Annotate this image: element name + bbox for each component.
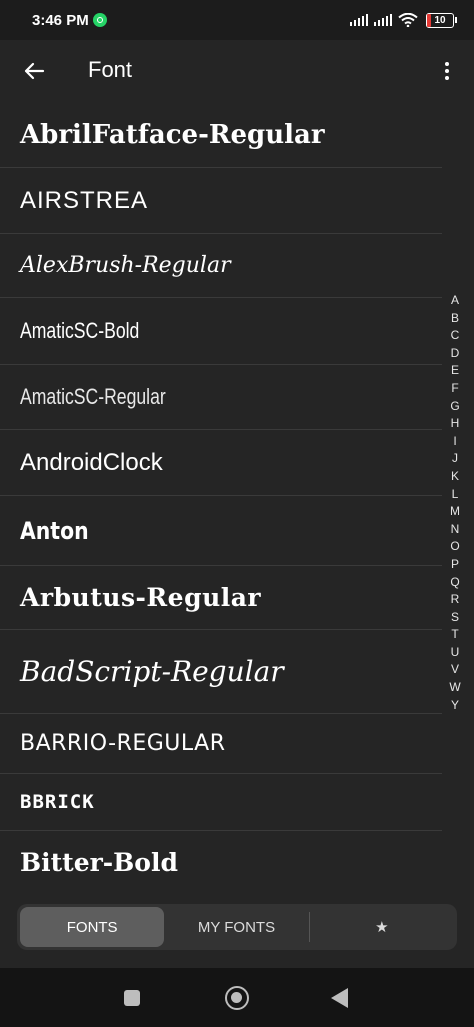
whatsapp-icon [92, 13, 107, 27]
font-item[interactable]: BadScript-Regular [0, 630, 442, 714]
font-name: AlexBrush-Regular [20, 253, 231, 278]
battery-icon: 10 [426, 12, 457, 28]
alphabet-letter[interactable]: W [449, 679, 460, 697]
font-item[interactable]: AndroidClock [0, 430, 442, 496]
font-name: AmaticSC-Regular [20, 384, 166, 409]
font-name: AIRSTREA [20, 186, 149, 214]
font-item[interactable]: AIRSTREA [0, 168, 442, 234]
star-icon: ★ [375, 919, 389, 936]
more-options-button[interactable] [435, 57, 459, 85]
alphabet-letter[interactable]: J [452, 450, 458, 468]
alphabet-letter[interactable]: K [451, 468, 459, 486]
alphabet-index: A B C D E F G H I J K L M N O P Q R S T … [445, 292, 465, 714]
alphabet-letter[interactable]: N [451, 521, 460, 539]
alphabet-letter[interactable]: S [451, 609, 459, 627]
back-button[interactable] [20, 57, 48, 85]
alphabet-letter[interactable]: Q [450, 574, 459, 592]
font-item[interactable]: BARRIO-REGULAR [0, 714, 442, 774]
alphabet-letter[interactable]: U [451, 644, 460, 662]
alphabet-letter[interactable]: E [451, 362, 459, 380]
arrow-left-icon [24, 62, 45, 80]
alphabet-letter[interactable]: L [452, 486, 459, 504]
font-item[interactable]: Bitter-Bold [0, 831, 442, 893]
alphabet-letter[interactable]: B [451, 310, 459, 328]
status-time: 3:46 PM [32, 11, 89, 29]
alphabet-letter[interactable]: F [451, 380, 458, 398]
alphabet-letter[interactable]: G [450, 398, 459, 416]
alphabet-letter[interactable]: I [453, 433, 456, 451]
alphabet-letter[interactable]: M [450, 503, 460, 521]
home-circle-icon[interactable] [225, 986, 249, 1010]
alphabet-letter[interactable]: T [451, 626, 458, 644]
alphabet-letter[interactable]: O [450, 538, 459, 556]
more-vertical-icon [445, 62, 449, 66]
font-name: Bitter-Bold [20, 847, 178, 877]
alphabet-letter[interactable]: A [451, 292, 459, 310]
app-bar: Font [0, 40, 474, 102]
font-item[interactable]: AmaticSC-Bold [0, 298, 442, 365]
page-title: Font [88, 57, 133, 82]
battery-level: 10 [434, 14, 446, 26]
font-name: BARRIO-REGULAR [20, 731, 226, 756]
signal-icon [374, 14, 392, 26]
font-item[interactable]: BBRICK [0, 774, 442, 831]
alphabet-letter[interactable]: C [451, 327, 460, 345]
alphabet-letter[interactable]: V [451, 661, 459, 679]
recents-square-icon[interactable] [124, 990, 140, 1006]
font-item[interactable]: Arbutus-Regular [0, 566, 442, 630]
font-name: AmaticSC-Bold [20, 318, 140, 343]
font-name: BBRICK [20, 791, 95, 813]
font-name: BadScript-Regular [20, 655, 284, 688]
alphabet-letter[interactable]: Y [451, 697, 459, 715]
signal-icon [350, 14, 368, 26]
alphabet-letter[interactable]: P [451, 556, 459, 574]
alphabet-letter[interactable]: D [451, 345, 460, 363]
font-item[interactable]: AlexBrush-Regular [0, 234, 442, 298]
status-bar: 3:46 PM 10 [0, 0, 474, 40]
font-item[interactable]: AbrilFatface-Regular [0, 102, 442, 168]
back-triangle-icon[interactable] [331, 988, 348, 1008]
font-list: AbrilFatface-Regular AIRSTREA AlexBrush-… [0, 102, 442, 893]
alphabet-letter[interactable]: R [451, 591, 460, 609]
alphabet-letter[interactable]: H [451, 415, 460, 433]
font-item[interactable]: Anton [0, 496, 442, 566]
tab-bar: FONTS MY FONTS ★ [17, 904, 457, 950]
status-icons: 10 [350, 12, 457, 28]
font-name: AndroidClock [20, 448, 163, 476]
system-nav-bar [0, 968, 474, 1027]
font-name: Anton [20, 516, 89, 545]
wifi-icon [398, 13, 418, 27]
font-name: Arbutus-Regular [20, 583, 262, 612]
font-item[interactable]: AmaticSC-Regular [0, 365, 442, 430]
screen: 3:46 PM 10 Font AbrilFatface-Regular AIR… [0, 0, 474, 1027]
tab-favorites[interactable]: ★ [310, 907, 454, 947]
font-name: AbrilFatface-Regular [20, 119, 325, 150]
tab-my-fonts[interactable]: MY FONTS [164, 907, 308, 947]
tab-fonts[interactable]: FONTS [20, 907, 165, 947]
